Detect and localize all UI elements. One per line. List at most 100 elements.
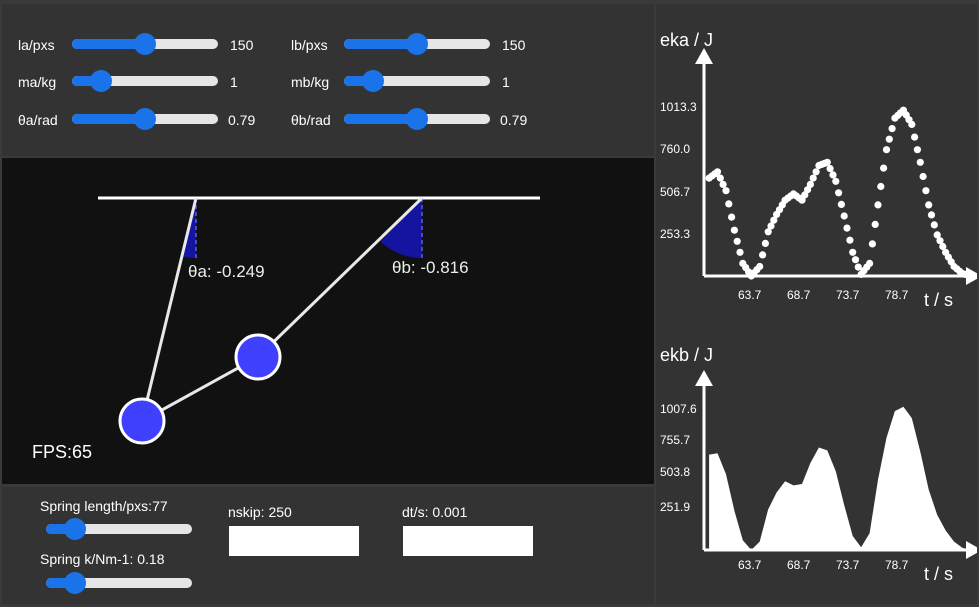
energy-charts-panel: eka / J t / s 253.3 506.7 760.0 1013.3 6… xyxy=(656,4,977,604)
eka-ytick-3: 760.0 xyxy=(660,142,690,156)
rod-a xyxy=(140,197,198,422)
eka-point xyxy=(874,201,882,209)
theta-a-label: θa/rad xyxy=(18,112,58,128)
spring-length-label: Spring length/pxs:77 xyxy=(40,498,168,514)
eka-point xyxy=(843,224,851,232)
spring-panel: Spring length/pxs:77 Spring k/Nm-1: 0.18… xyxy=(2,487,654,604)
eka-point xyxy=(716,174,724,182)
rod-b xyxy=(256,196,424,359)
eka-point xyxy=(812,168,820,176)
mb-slider-thumb[interactable] xyxy=(362,70,385,92)
eka-point xyxy=(882,146,891,154)
ma-slider-thumb[interactable] xyxy=(90,70,113,92)
ekb-y-arrow xyxy=(695,370,713,386)
eka-point xyxy=(927,211,936,219)
eka-point xyxy=(851,256,860,264)
ekb-ytick-4: 1007.6 xyxy=(660,402,697,416)
ball-a[interactable] xyxy=(118,397,166,445)
ball-b[interactable] xyxy=(234,333,282,381)
lb-slider[interactable] xyxy=(344,33,490,55)
eka-point xyxy=(866,259,874,267)
eka-point xyxy=(911,133,919,141)
ekb-area xyxy=(709,406,971,550)
eka-point xyxy=(832,177,840,185)
theta-b-value: 0.79 xyxy=(500,112,528,128)
eka-point xyxy=(837,200,845,208)
eka-point xyxy=(913,146,921,154)
theta-a-slider-thumb[interactable] xyxy=(134,108,156,130)
ekb-title: ekb / J xyxy=(660,345,713,365)
eka-point xyxy=(922,187,930,195)
theta-a-slider[interactable] xyxy=(72,108,218,130)
spring-k-slider-thumb[interactable] xyxy=(64,572,87,594)
fps-counter: FPS:65 xyxy=(32,442,92,462)
ma-label: ma/kg xyxy=(18,74,57,90)
eka-point xyxy=(849,248,857,256)
eka-point xyxy=(835,189,843,197)
eka-point xyxy=(840,212,848,220)
spring-length-slider-thumb[interactable] xyxy=(64,518,87,540)
eka-ytick-2: 506.7 xyxy=(660,185,690,199)
eka-point xyxy=(728,213,736,221)
dt-label: dt/s: 0.001 xyxy=(402,504,468,520)
eka-point xyxy=(916,158,924,166)
angle-b-arc xyxy=(380,198,422,259)
ekb-ytick-2: 503.8 xyxy=(660,465,690,479)
la-value: 150 xyxy=(230,37,254,53)
eka-point xyxy=(730,226,738,234)
ekb-xtick-3: 73.7 xyxy=(836,558,860,572)
eka-xtick-2: 68.7 xyxy=(787,288,811,302)
ma-slider[interactable] xyxy=(72,70,218,92)
angle-b-label: θb: -0.816 xyxy=(392,258,469,277)
eka-point xyxy=(925,201,933,209)
theta-b-slider-thumb[interactable] xyxy=(406,108,428,130)
dt-input[interactable] xyxy=(403,526,533,556)
ekb-x-label: t / s xyxy=(924,564,953,584)
mb-label: mb/kg xyxy=(291,74,330,90)
eka-xtick-1: 63.7 xyxy=(738,288,762,302)
parameter-panel: la/pxs 150 lb/pxs 150 ma/kg 1 mb/kg 1 θa… xyxy=(2,4,654,156)
lb-slider-thumb[interactable] xyxy=(406,33,428,55)
theta-a-value: 0.79 xyxy=(228,112,256,128)
eka-point xyxy=(919,172,927,181)
ekb-ytick-1: 251.9 xyxy=(660,500,690,514)
ekb-xtick-4: 78.7 xyxy=(885,558,909,572)
eka-point xyxy=(759,251,767,259)
spring-k-slider[interactable] xyxy=(46,572,192,594)
eka-point xyxy=(725,200,733,208)
mb-slider[interactable] xyxy=(344,70,490,92)
eka-point xyxy=(880,164,888,172)
eka-point xyxy=(930,221,938,229)
eka-point xyxy=(823,158,831,166)
ekb-chart: ekb / J t / s 251.9 503.8 755.7 1007.6 6… xyxy=(660,345,977,584)
simulation-canvas[interactable]: θa: -0.249 θb: -0.816 FPS:65 xyxy=(2,158,654,484)
spring-k-label: Spring k/Nm-1: 0.18 xyxy=(40,551,165,567)
theta-b-slider[interactable] xyxy=(344,108,490,130)
eka-point xyxy=(733,237,741,245)
angle-a-label: θa: -0.249 xyxy=(188,262,265,281)
ma-value: 1 xyxy=(230,74,238,90)
eka-point xyxy=(722,187,730,195)
theta-b-label: θb/rad xyxy=(291,112,331,128)
eka-point xyxy=(877,182,885,191)
ekb-xtick-2: 68.7 xyxy=(787,558,811,572)
eka-point xyxy=(809,174,817,182)
eka-point xyxy=(756,262,764,271)
energy-charts: eka / J t / s 253.3 506.7 760.0 1013.3 6… xyxy=(660,30,977,584)
eka-point xyxy=(871,220,879,228)
mb-value: 1 xyxy=(502,74,510,90)
ekb-ytick-3: 755.7 xyxy=(660,433,690,447)
eka-title: eka / J xyxy=(660,30,713,50)
eka-point xyxy=(826,165,834,173)
eka-point xyxy=(964,271,972,279)
eka-x-label: t / s xyxy=(924,290,953,310)
la-slider[interactable] xyxy=(72,33,218,55)
spring-length-slider[interactable] xyxy=(46,518,192,540)
nskip-input[interactable] xyxy=(229,526,359,556)
la-label: la/pxs xyxy=(18,37,55,53)
eka-point xyxy=(846,236,854,244)
eka-point xyxy=(761,239,769,247)
pendulum-drawing: θa: -0.249 θb: -0.816 FPS:65 xyxy=(32,196,540,462)
eka-point xyxy=(719,180,727,188)
la-slider-thumb[interactable] xyxy=(134,33,156,55)
